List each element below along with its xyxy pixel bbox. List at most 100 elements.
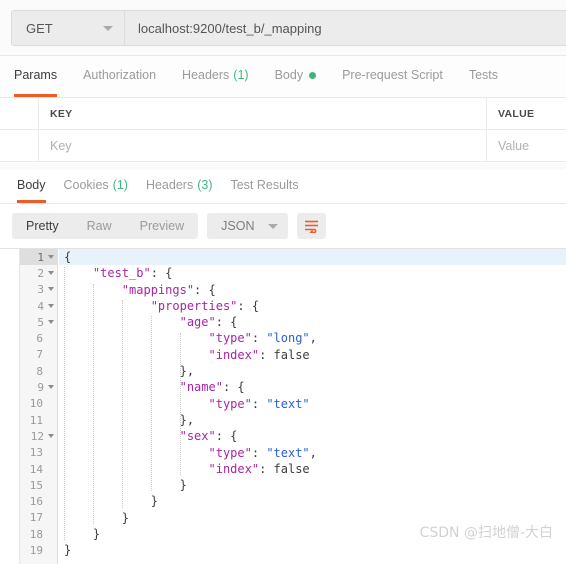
request-tab-pre-request-script[interactable]: Pre-request Script xyxy=(342,56,443,97)
line-number: 12 xyxy=(20,428,57,444)
params-row-checkbox-cell[interactable] xyxy=(0,130,39,161)
request-tab-tests[interactable]: Tests xyxy=(469,56,498,97)
response-tab-label: Headers xyxy=(145,178,194,192)
request-tab-label: Headers xyxy=(182,68,230,82)
code-token: "long" xyxy=(266,331,310,346)
line-number-label: 14 xyxy=(29,462,43,476)
params-value-input[interactable]: Value xyxy=(487,130,566,161)
view-mode-pretty[interactable]: Pretty xyxy=(12,213,73,239)
response-format-label: JSON xyxy=(221,219,255,233)
request-url-input[interactable]: localhost:9200/test_b/_mapping xyxy=(125,11,566,45)
code-line: "sex": { xyxy=(59,428,566,444)
code-token: "name" xyxy=(179,380,223,395)
word-wrap-toggle-button[interactable] xyxy=(297,213,327,239)
request-tab-label: Body xyxy=(274,68,304,82)
code-token: : { xyxy=(237,298,260,313)
line-number: 5 xyxy=(20,314,57,330)
response-tab-test-results[interactable]: Test Results xyxy=(230,170,298,203)
request-tab-count: (1) xyxy=(233,68,249,82)
response-tab-cookies[interactable]: Cookies (1) xyxy=(64,170,128,203)
code-token: { xyxy=(64,250,72,264)
url-input-group: GET localhost:9200/test_b/_mapping xyxy=(11,10,566,46)
line-number-label: 5 xyxy=(37,315,44,329)
fold-toggle-icon[interactable] xyxy=(48,303,54,308)
params-value-column-header: VALUE xyxy=(487,98,566,129)
line-number: 9 xyxy=(20,379,57,395)
code-token: false xyxy=(273,461,310,476)
code-token: }, xyxy=(179,364,195,379)
fold-toggle-icon[interactable] xyxy=(48,385,54,390)
code-token: "type" xyxy=(208,445,252,460)
params-select-column-header xyxy=(0,98,39,129)
line-number: 2 xyxy=(20,265,57,281)
request-tab-label: Authorization xyxy=(83,68,157,82)
code-token: } xyxy=(121,510,130,525)
fold-toggle-icon[interactable] xyxy=(48,270,54,275)
params-key-input[interactable]: Key xyxy=(39,130,487,161)
code-line: "test_b": { xyxy=(59,265,566,281)
code-token: "properties" xyxy=(150,298,238,313)
code-token: : xyxy=(259,347,274,362)
code-token: , xyxy=(309,445,317,460)
line-number-label: 19 xyxy=(29,543,43,557)
line-number: 19 xyxy=(20,542,57,558)
request-tab-params[interactable]: Params xyxy=(14,56,58,97)
line-number-label: 8 xyxy=(36,364,43,378)
code-token: "sex" xyxy=(179,429,216,444)
line-number: 15 xyxy=(20,477,57,493)
code-line: "type": "long", xyxy=(59,330,566,346)
code-line: }, xyxy=(59,412,566,428)
response-body-editor[interactable]: 1 2 3 4 5 6 7 8 9 10 11 12 13 14 15 16 17 18 19 { "test_b"… xyxy=(0,248,566,564)
chevron-down-icon xyxy=(103,25,113,31)
line-number-label: 16 xyxy=(29,495,43,509)
line-number-label: 2 xyxy=(37,266,44,280)
response-view-toolbar: Pretty Raw Preview JSON xyxy=(0,204,566,248)
fold-toggle-icon[interactable] xyxy=(48,433,54,438)
line-number: 11 xyxy=(20,412,57,428)
fold-toggle-icon[interactable] xyxy=(48,254,54,259)
code-token: : xyxy=(251,331,267,346)
request-tab-body[interactable]: Body xyxy=(275,56,317,97)
code-token: : { xyxy=(222,380,245,395)
request-tab-headers[interactable]: Headers (1) xyxy=(182,56,249,97)
view-mode-raw[interactable]: Raw xyxy=(73,213,126,239)
code-token: "text" xyxy=(266,445,310,460)
line-number: 14 xyxy=(20,461,57,477)
response-tab-headers[interactable]: Headers (3) xyxy=(146,170,213,203)
line-number: 16 xyxy=(20,493,57,509)
http-method-select[interactable]: GET xyxy=(12,11,125,45)
code-token: "index" xyxy=(208,461,260,476)
line-number-label: 18 xyxy=(29,527,43,541)
code-token: "mappings" xyxy=(121,282,195,297)
code-token: : { xyxy=(194,282,216,297)
line-number-label: 10 xyxy=(29,397,43,411)
code-token: : { xyxy=(150,266,173,281)
code-line: "age": { xyxy=(59,314,566,330)
response-tab-label: Cookies xyxy=(63,178,109,192)
code-token: : { xyxy=(215,429,238,444)
request-tab-label: Pre-request Script xyxy=(342,68,443,82)
code-line: "mappings": { xyxy=(59,282,566,298)
code-token: }, xyxy=(179,412,195,427)
line-number: 4 xyxy=(20,298,57,314)
view-mode-preview[interactable]: Preview xyxy=(126,213,198,239)
response-format-select[interactable]: JSON xyxy=(207,213,289,239)
code-token: "type" xyxy=(208,396,252,411)
fold-toggle-icon[interactable] xyxy=(48,287,54,292)
code-line: } xyxy=(59,477,566,493)
fold-toggle-icon[interactable] xyxy=(48,319,54,324)
editor-code-area[interactable]: { "test_b": { "mappings": { "properties"… xyxy=(59,249,566,564)
code-line: "properties": { xyxy=(59,298,566,314)
response-tab-count: (1) xyxy=(112,178,128,192)
key-header-label: KEY xyxy=(50,107,73,120)
code-token: : xyxy=(251,445,267,460)
response-tab-body[interactable]: Body xyxy=(17,170,46,203)
word-wrap-icon xyxy=(305,220,319,233)
request-tab-authorization[interactable]: Authorization xyxy=(83,56,156,97)
line-number-label: 3 xyxy=(37,283,44,297)
editor-line-number-gutter: 1 2 3 4 5 6 7 8 9 10 11 12 13 14 15 16 17 18 19 xyxy=(20,249,58,564)
